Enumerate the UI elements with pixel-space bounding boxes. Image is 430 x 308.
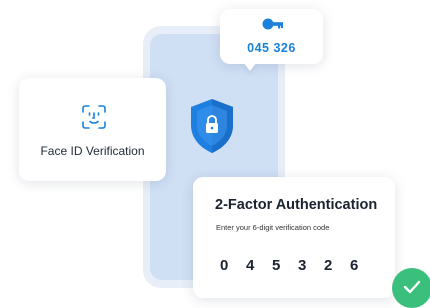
code-digits[interactable]: 0 4 5 3 2 6 [220, 257, 376, 274]
key-icon [262, 18, 283, 30]
shield-lock-icon [191, 99, 233, 153]
verification-code-bubble: 045 326 [220, 9, 323, 64]
two-factor-title: 2-Factor Authentication [215, 197, 378, 213]
code-digit[interactable]: 5 [272, 257, 298, 274]
face-id-label: Face ID Verification [40, 144, 145, 158]
code-digit[interactable]: 3 [298, 257, 324, 274]
face-id-card[interactable]: Face ID Verification [19, 78, 166, 181]
code-digit[interactable]: 0 [220, 257, 246, 274]
two-factor-card: 2-Factor Authentication Enter your 6-dig… [193, 177, 395, 298]
success-badge [392, 268, 430, 308]
check-icon [403, 280, 421, 294]
code-digit[interactable]: 4 [246, 257, 272, 274]
face-id-icon [82, 105, 106, 129]
code-digit[interactable]: 6 [350, 257, 376, 274]
bubble-tail [243, 62, 257, 71]
code-digit[interactable]: 2 [324, 257, 350, 274]
two-factor-subtitle: Enter your 6-digit verification code [216, 223, 330, 232]
verification-code-text: 045 326 [247, 41, 296, 55]
